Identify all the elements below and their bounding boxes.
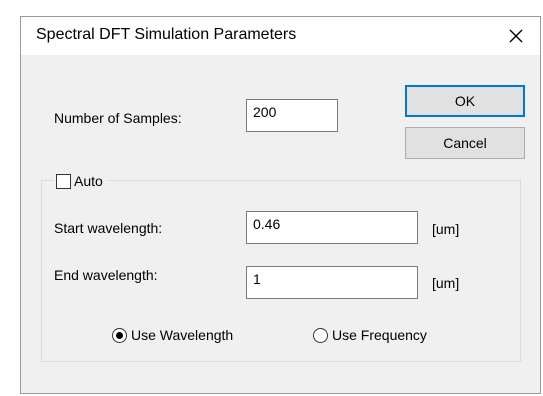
auto-checkbox[interactable]: Auto xyxy=(54,172,107,190)
end-wavelength-label: End wavelength: xyxy=(54,267,158,283)
end-unit-label: [um] xyxy=(432,275,460,291)
use-frequency-label: Use Frequency xyxy=(332,327,427,343)
use-wavelength-radio-dot[interactable] xyxy=(112,327,127,343)
ok-button[interactable]: OK xyxy=(405,85,525,117)
cancel-button[interactable]: Cancel xyxy=(405,127,525,159)
samples-label: Number of Samples: xyxy=(54,110,182,126)
close-button[interactable] xyxy=(491,17,540,55)
samples-input[interactable]: 200 xyxy=(246,99,338,132)
start-unit-label: [um] xyxy=(432,221,460,237)
use-frequency-radio-dot[interactable] xyxy=(313,327,328,343)
start-wavelength-label: Start wavelength: xyxy=(54,220,163,236)
close-icon xyxy=(509,29,522,43)
use-wavelength-radio[interactable]: Use Wavelength xyxy=(112,327,233,343)
use-frequency-radio[interactable]: Use Frequency xyxy=(313,327,427,343)
use-wavelength-label: Use Wavelength xyxy=(131,327,234,343)
dialog-window: Spectral DFT Simulation Parameters Numbe… xyxy=(20,16,541,394)
auto-checkbox-box[interactable] xyxy=(56,173,71,189)
auto-label: Auto xyxy=(74,173,103,189)
end-wavelength-input[interactable]: 1 xyxy=(246,266,418,299)
title-bar: Spectral DFT Simulation Parameters xyxy=(21,17,540,55)
start-wavelength-input[interactable]: 0.46 xyxy=(246,211,418,244)
dialog-title: Spectral DFT Simulation Parameters xyxy=(36,26,297,43)
